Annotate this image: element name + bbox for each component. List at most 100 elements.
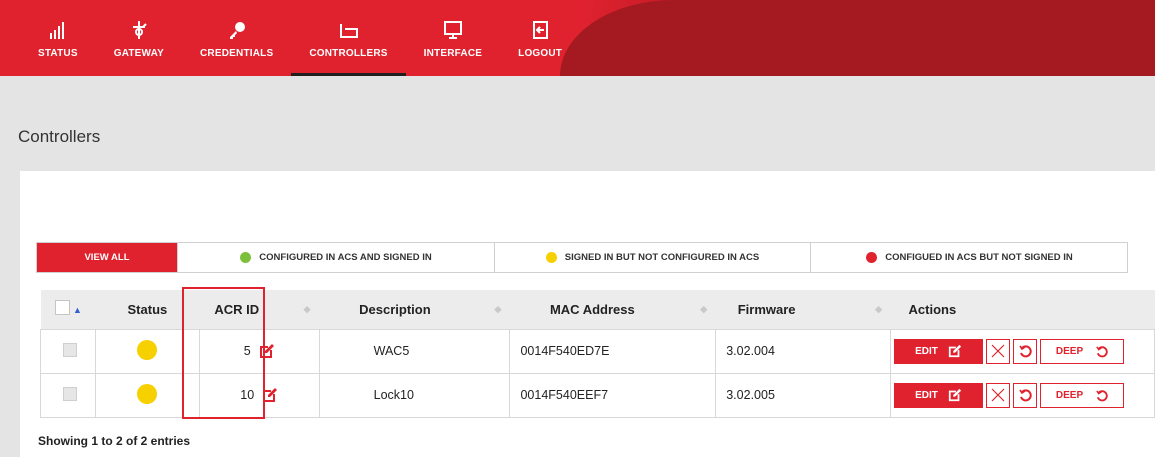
table-header-row: ▲ Status ACR ID ◆ Description ◆ MAC Addr… [40,290,1155,330]
col-description[interactable]: Description ◆ [319,290,510,330]
controller-icon [338,18,360,42]
yellow-dot-icon [545,252,557,263]
controllers-table: ▲ Status ACR ID ◆ Description ◆ MAC Addr… [40,290,1155,418]
col-status[interactable]: Status [95,290,200,330]
nav-interface[interactable]: INTERFACE [406,0,500,76]
edit-icon [948,388,962,402]
header-decoration [560,0,1155,76]
acr-id-cell: 5 [198,329,320,374]
col-firmware-label: Firmware [737,301,796,317]
row-select-cell [40,329,96,374]
top-navigation-bar: STATUS GATEWAY CREDENTIALS CONTROLLERS I… [0,0,1155,76]
edit-acr-id-icon[interactable] [259,343,275,359]
status-cell [94,329,200,374]
mac-address-cell: 0014F540EEF7 [509,373,717,418]
acr-id-value: 5 [243,344,251,358]
nav-credentials[interactable]: CREDENTIALS [182,0,291,76]
description-cell: WAC5 [318,329,511,374]
row-checkbox[interactable] [63,342,77,357]
nav-logout-label: LOGOUT [518,48,563,59]
nav-logout[interactable]: LOGOUT [500,0,580,76]
col-mac-address[interactable]: MAC Address ◆ [509,290,716,330]
green-dot-icon [240,252,252,263]
edit-button[interactable]: EDIT [894,338,984,364]
deep-reset-button[interactable]: DEEP [1040,338,1125,364]
key-icon [227,18,247,42]
sort-icon[interactable]: ◆ [867,290,891,329]
col-firmware[interactable]: Firmware ◆ [715,290,891,330]
col-status-label: Status [127,301,168,317]
monitor-icon [443,18,463,42]
col-actions-label: Actions [908,301,957,317]
filter-view-all[interactable]: VIEW ALL [37,243,177,272]
table-row: 10 Lock10 0014F540EEF7 3.02.005 EDIT DEE… [40,373,1155,418]
mac-address-cell: 0014F540ED7E [509,329,717,374]
refresh-icon [1096,345,1108,357]
edit-acr-id-icon[interactable] [262,387,278,403]
firmware-cell: 3.02.005 [715,373,892,418]
deep-reset-button[interactable]: DEEP [1040,382,1125,408]
sort-asc-icon[interactable]: ▲ [65,290,89,329]
nav-credentials-label: CREDENTIALS [200,48,274,59]
acr-id-cell: 10 [198,373,320,418]
firmware-cell: 3.02.004 [715,329,892,374]
controllers-panel: VIEW ALL CONFIGURED IN ACS AND SIGNED IN… [20,171,1155,457]
signal-bars-icon [48,18,68,42]
status-yellow-dot-icon [137,339,158,360]
page-title: Controllers [18,127,101,146]
col-actions: Actions [890,290,1155,330]
sort-icon[interactable]: ◆ [692,290,716,329]
nav-controllers[interactable]: CONTROLLERS [291,0,406,76]
filter-signed-in-not-configured-label: SIGNED IN BUT NOT CONFIGURED IN ACS [564,252,760,263]
deep-button-label: DEEP [1055,389,1084,401]
select-all-header[interactable]: ▲ [40,290,96,330]
sort-icon[interactable]: ◆ [295,290,319,329]
reset-button[interactable] [1013,382,1038,408]
edit-button[interactable]: EDIT [894,382,984,408]
status-cell [94,373,200,418]
filter-configured-signed-in-label: CONFIGURED IN ACS AND SIGNED IN [259,252,432,263]
nav-gateway-label: GATEWAY [113,48,165,59]
deep-button-label: DEEP [1055,345,1084,357]
table-row: 5 WAC5 0014F540ED7E 3.02.004 EDIT DEEP [40,329,1155,374]
col-acr-id-label: ACR ID [214,301,260,317]
close-icon [991,344,1005,358]
red-dot-icon [866,252,878,263]
entries-summary: Showing 1 to 2 of 2 entries [38,434,191,448]
logout-icon [530,18,550,42]
reset-button[interactable] [1013,338,1038,364]
nav-gateway[interactable]: GATEWAY [96,0,182,76]
sort-icon[interactable]: ◆ [486,290,510,329]
refresh-icon [1019,345,1032,358]
row-select-cell [40,373,96,418]
col-acr-id[interactable]: ACR ID ◆ [199,290,320,330]
col-mac-address-label: MAC Address [549,301,635,317]
filter-configured-not-signed-in-label: CONFIGUED IN ACS BUT NOT SIGNED IN [885,252,1073,263]
nav-interface-label: INTERFACE [423,48,483,59]
edit-button-label: EDIT [915,345,938,357]
delete-button[interactable] [986,338,1011,364]
filter-signed-in-not-configured[interactable]: SIGNED IN BUT NOT CONFIGURED IN ACS [494,243,810,272]
refresh-icon [1019,389,1032,402]
acr-id-value: 10 [240,388,255,402]
delete-button[interactable] [986,382,1011,408]
description-cell: Lock10 [318,373,511,418]
actions-cell: EDIT DEEP [890,373,1155,418]
filter-view-all-label: VIEW ALL [84,252,130,263]
nav-status-label: STATUS [38,48,78,59]
refresh-icon [1096,389,1108,401]
gateway-icon [128,18,150,42]
row-checkbox[interactable] [63,386,77,401]
nav-status[interactable]: STATUS [20,0,96,76]
edit-button-label: EDIT [915,389,938,401]
actions-cell: EDIT DEEP [890,329,1155,374]
nav-controllers-label: CONTROLLERS [309,48,388,59]
status-filter-bar: VIEW ALL CONFIGURED IN ACS AND SIGNED IN… [36,242,1128,273]
status-yellow-dot-icon [137,383,158,404]
edit-icon [948,344,962,358]
main-nav: STATUS GATEWAY CREDENTIALS CONTROLLERS I… [20,0,580,76]
filter-configured-signed-in[interactable]: CONFIGURED IN ACS AND SIGNED IN [177,243,494,272]
col-description-label: Description [359,301,431,317]
filter-configured-not-signed-in[interactable]: CONFIGUED IN ACS BUT NOT SIGNED IN [810,243,1128,272]
close-icon [991,388,1005,402]
